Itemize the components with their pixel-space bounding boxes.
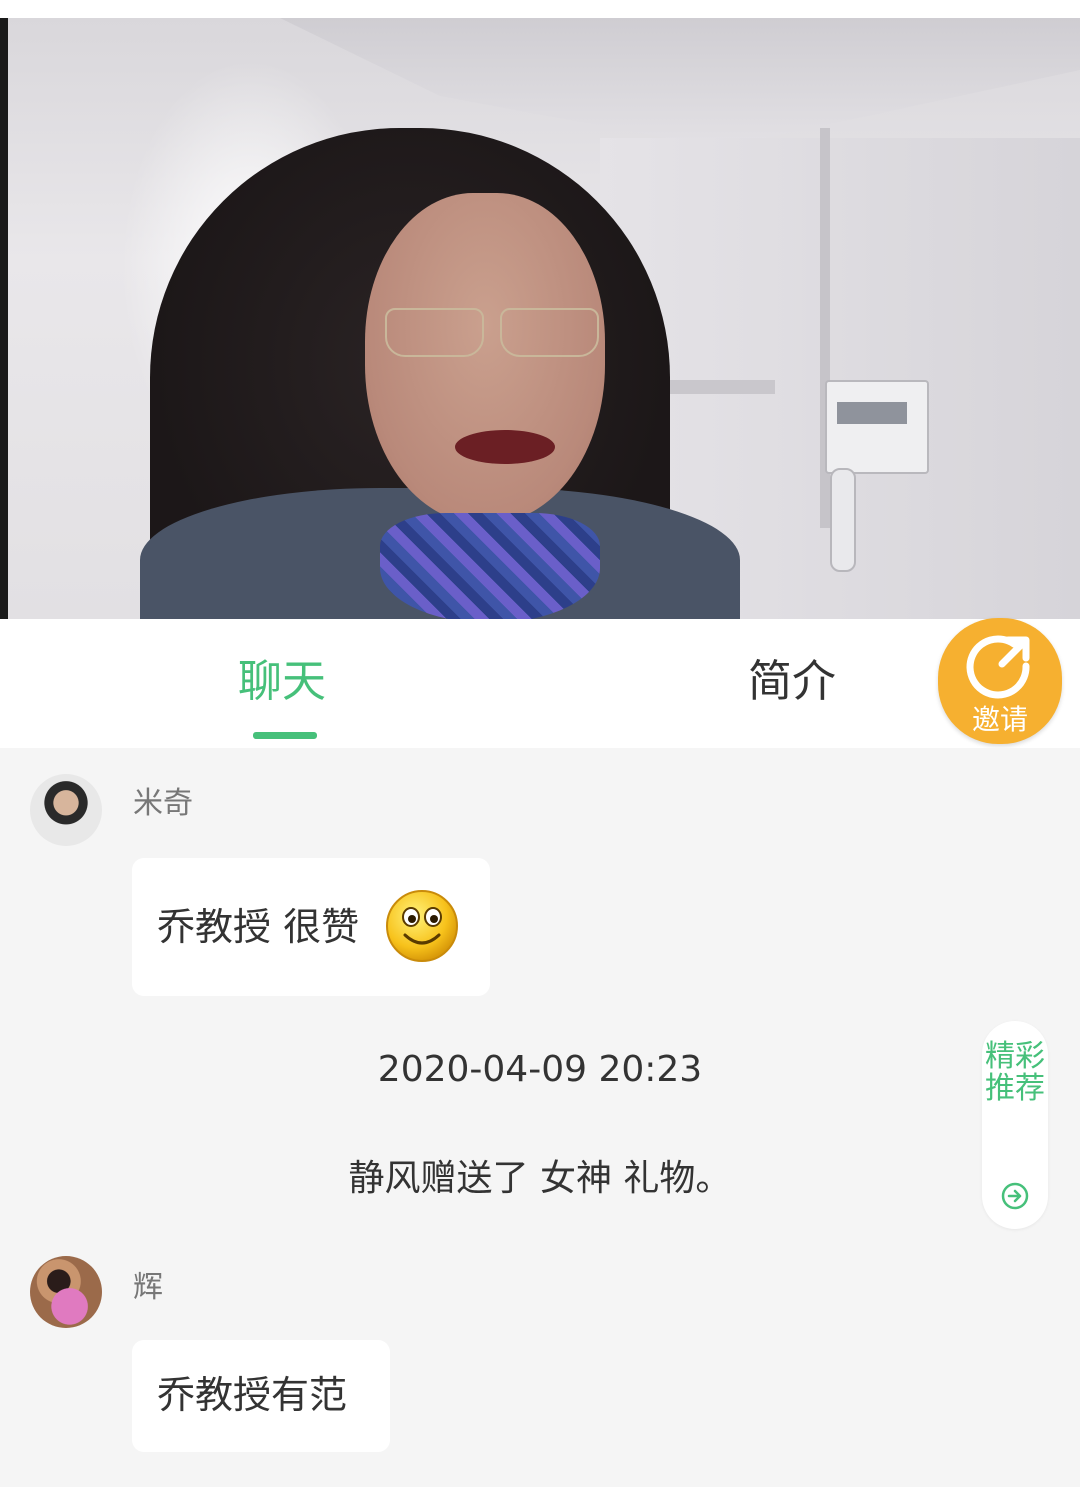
message-text: 乔教授 很赞 [157,905,360,949]
presenter-scarf [380,513,600,619]
recommend-button[interactable]: 精彩推荐 [982,1021,1048,1229]
message-bubble[interactable]: 乔教授有范 [132,1340,390,1452]
username: 辉 [133,1270,163,1305]
live-room-page: 聊天 简介 邀请 米奇 乔教授 很赞 2020-04-09 20:23 静风赠送… [0,0,1080,1487]
tab-intro[interactable]: 简介 [748,654,836,710]
invite-button[interactable]: 邀请 [938,618,1062,744]
username: 米奇 [133,786,193,821]
share-icon [966,635,1030,699]
avatar[interactable] [30,774,102,846]
invite-label: 邀请 [971,703,1028,736]
message-timestamp: 2020-04-09 20:23 [377,1049,703,1090]
recommend-label: 精彩推荐 [985,1039,1045,1106]
avatar[interactable] [30,1256,102,1328]
intercom [825,380,929,474]
arrow-right-circle-icon [1001,1182,1029,1210]
smiley-emoji-icon [386,890,458,962]
gift-notification: 静风赠送了 女神 礼物。 [348,1158,732,1199]
status-strip [0,0,1080,18]
live-video[interactable] [0,18,1080,619]
tab-chat[interactable]: 聊天 [238,654,326,710]
active-tab-indicator [253,732,317,739]
message-text: 乔教授有范 [157,1373,348,1417]
chat-area[interactable]: 米奇 乔教授 很赞 2020-04-09 20:23 静风赠送了 女神 礼物。 … [0,748,1080,1487]
tab-bar: 聊天 简介 [0,619,1080,748]
message-bubble[interactable]: 乔教授 很赞 [132,858,490,996]
presenter-face [365,193,605,523]
